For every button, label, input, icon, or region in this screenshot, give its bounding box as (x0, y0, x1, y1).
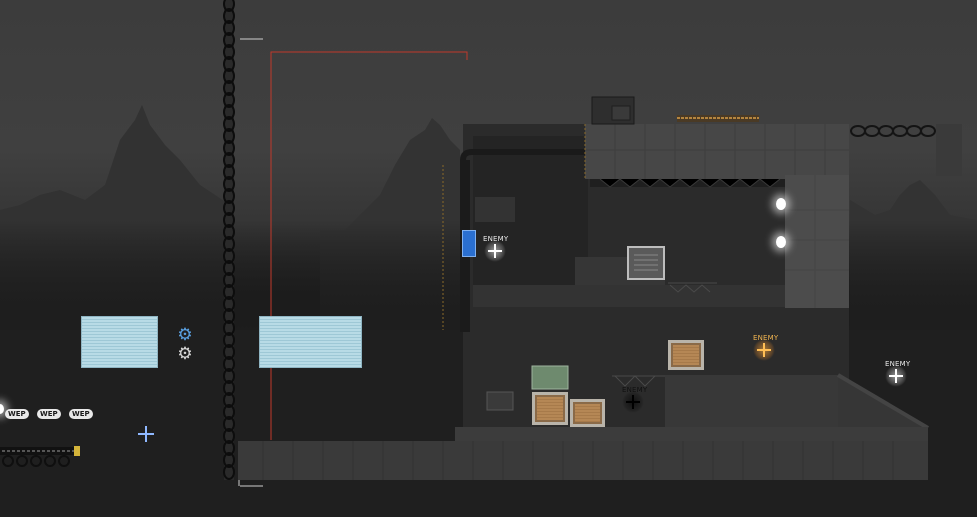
crosshair-icon (488, 244, 502, 258)
game-viewport[interactable]: ⚙ ⚙ ENEMY ENEMY ENEMY ENEMY WEP WEP WEP (0, 0, 977, 517)
gear-icon[interactable]: ⚙ (177, 327, 193, 344)
light-orb (776, 198, 786, 210)
light-orb (776, 236, 786, 248)
gear-icon[interactable]: ⚙ (177, 346, 193, 363)
door-panel[interactable] (462, 230, 476, 257)
crosshair-icon (626, 395, 640, 409)
crosshair-icon[interactable] (138, 426, 154, 442)
wooden-crate[interactable] (570, 399, 605, 427)
enemy-marker[interactable] (622, 391, 644, 413)
glass-window (259, 316, 362, 368)
crosshair-icon (757, 343, 771, 357)
enemy-marker[interactable] (484, 240, 506, 262)
enemy-marker[interactable] (753, 339, 775, 361)
wooden-crate[interactable] (532, 392, 568, 425)
wooden-crate[interactable] (668, 340, 704, 370)
crosshair-icon (889, 369, 903, 383)
weapon-slot[interactable]: WEP (5, 409, 29, 419)
weapon-slot[interactable]: WEP (69, 409, 93, 419)
enemy-marker[interactable] (885, 365, 907, 387)
glass-window (81, 316, 158, 368)
weapon-slot[interactable]: WEP (37, 409, 61, 419)
